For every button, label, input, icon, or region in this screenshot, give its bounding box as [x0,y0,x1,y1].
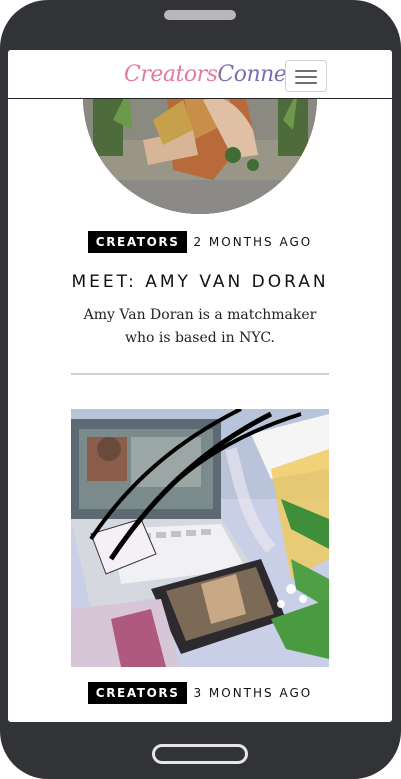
site-logo[interactable]: CreatorsConnect [124,58,307,92]
screen: CreatorsConnect CREATORS 2 MONTHS AGO MEE… [8,50,392,722]
phone-speaker [164,10,236,20]
article-1-excerpt: Amy Van Doran is a matchmaker who is bas… [83,307,317,346]
phone-frame: CreatorsConnect CREATORS 2 MONTHS AGO MEE… [0,0,401,779]
hamburger-bar-icon [295,82,317,84]
article-divider [71,373,329,375]
logo-text-creators: Creators [124,62,218,87]
article-2-meta: CREATORS 3 MONTHS AGO [8,682,392,704]
hamburger-bar-icon [295,76,317,78]
home-button[interactable] [152,744,248,764]
post-time: 3 MONTHS AGO [193,686,313,700]
article-2-image[interactable] [71,409,329,667]
category-tag[interactable]: CREATORS [87,231,188,253]
hamburger-bar-icon [295,70,317,72]
article-1-title[interactable]: MEET: AMY VAN DORAN [8,272,392,292]
article-1-meta: CREATORS 2 MONTHS AGO [8,231,392,253]
menu-toggle-button[interactable] [285,60,327,92]
post-time: 2 MONTHS AGO [193,235,313,249]
category-tag[interactable]: CREATORS [87,682,188,704]
navbar: CreatorsConnect [8,50,392,99]
